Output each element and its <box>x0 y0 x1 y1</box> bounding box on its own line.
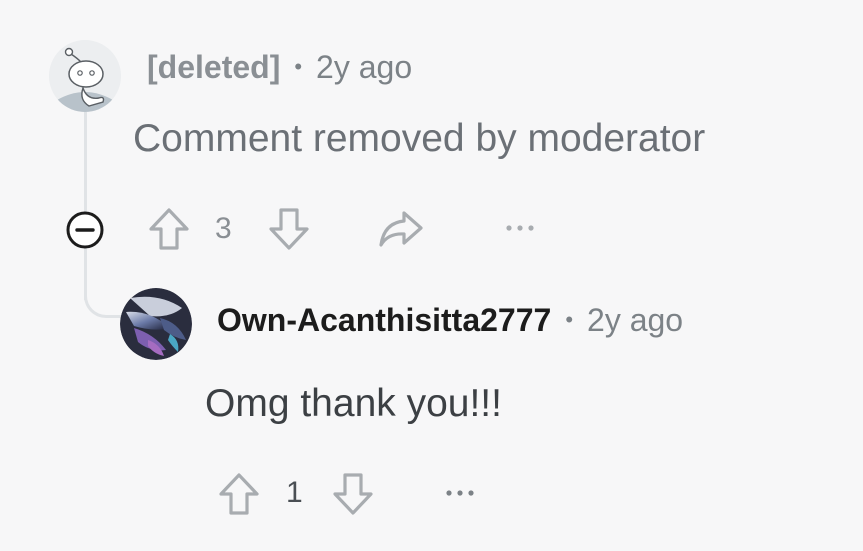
collapse-button[interactable] <box>63 208 107 252</box>
comment-meta: [deleted] • 2y ago <box>147 45 412 89</box>
share-arrow-icon <box>379 211 423 247</box>
snoo-default-avatar-icon <box>49 40 121 112</box>
comment-timestamp[interactable]: 2y ago <box>587 302 683 339</box>
downvote-arrow-icon <box>333 473 373 515</box>
comment-meta: Own-Acanthisitta2777 • 2y ago <box>217 298 683 342</box>
meta-separator: • <box>565 307 574 332</box>
downvote-arrow-icon <box>269 208 309 250</box>
avatar[interactable] <box>49 40 121 112</box>
upvote-arrow-icon <box>149 208 189 250</box>
more-horizontal-icon <box>506 225 534 231</box>
upvote-button[interactable] <box>216 470 262 518</box>
thread-line-vertical <box>84 100 87 212</box>
vote-count: 1 <box>286 476 303 509</box>
vote-count: 3 <box>215 212 232 245</box>
feather-avatar-icon <box>120 288 192 360</box>
downvote-button[interactable] <box>330 470 376 518</box>
avatar[interactable] <box>120 288 192 360</box>
more-options-button[interactable] <box>440 486 480 500</box>
comment-body: Omg thank you!!! <box>205 382 502 425</box>
more-options-button[interactable] <box>500 221 540 235</box>
comment-timestamp[interactable]: 2y ago <box>316 49 412 86</box>
comment-author[interactable]: Own-Acanthisitta2777 <box>217 302 551 339</box>
thread-line-curve <box>84 270 124 318</box>
more-horizontal-icon <box>446 490 474 496</box>
meta-separator: • <box>294 54 303 79</box>
comment-author[interactable]: [deleted] <box>147 49 280 86</box>
collapse-minus-icon <box>66 211 104 249</box>
comment-body: Comment removed by moderator <box>133 117 706 160</box>
share-button[interactable] <box>376 207 426 251</box>
upvote-arrow-icon <box>219 473 259 515</box>
upvote-button[interactable] <box>146 205 192 253</box>
downvote-button[interactable] <box>266 205 312 253</box>
